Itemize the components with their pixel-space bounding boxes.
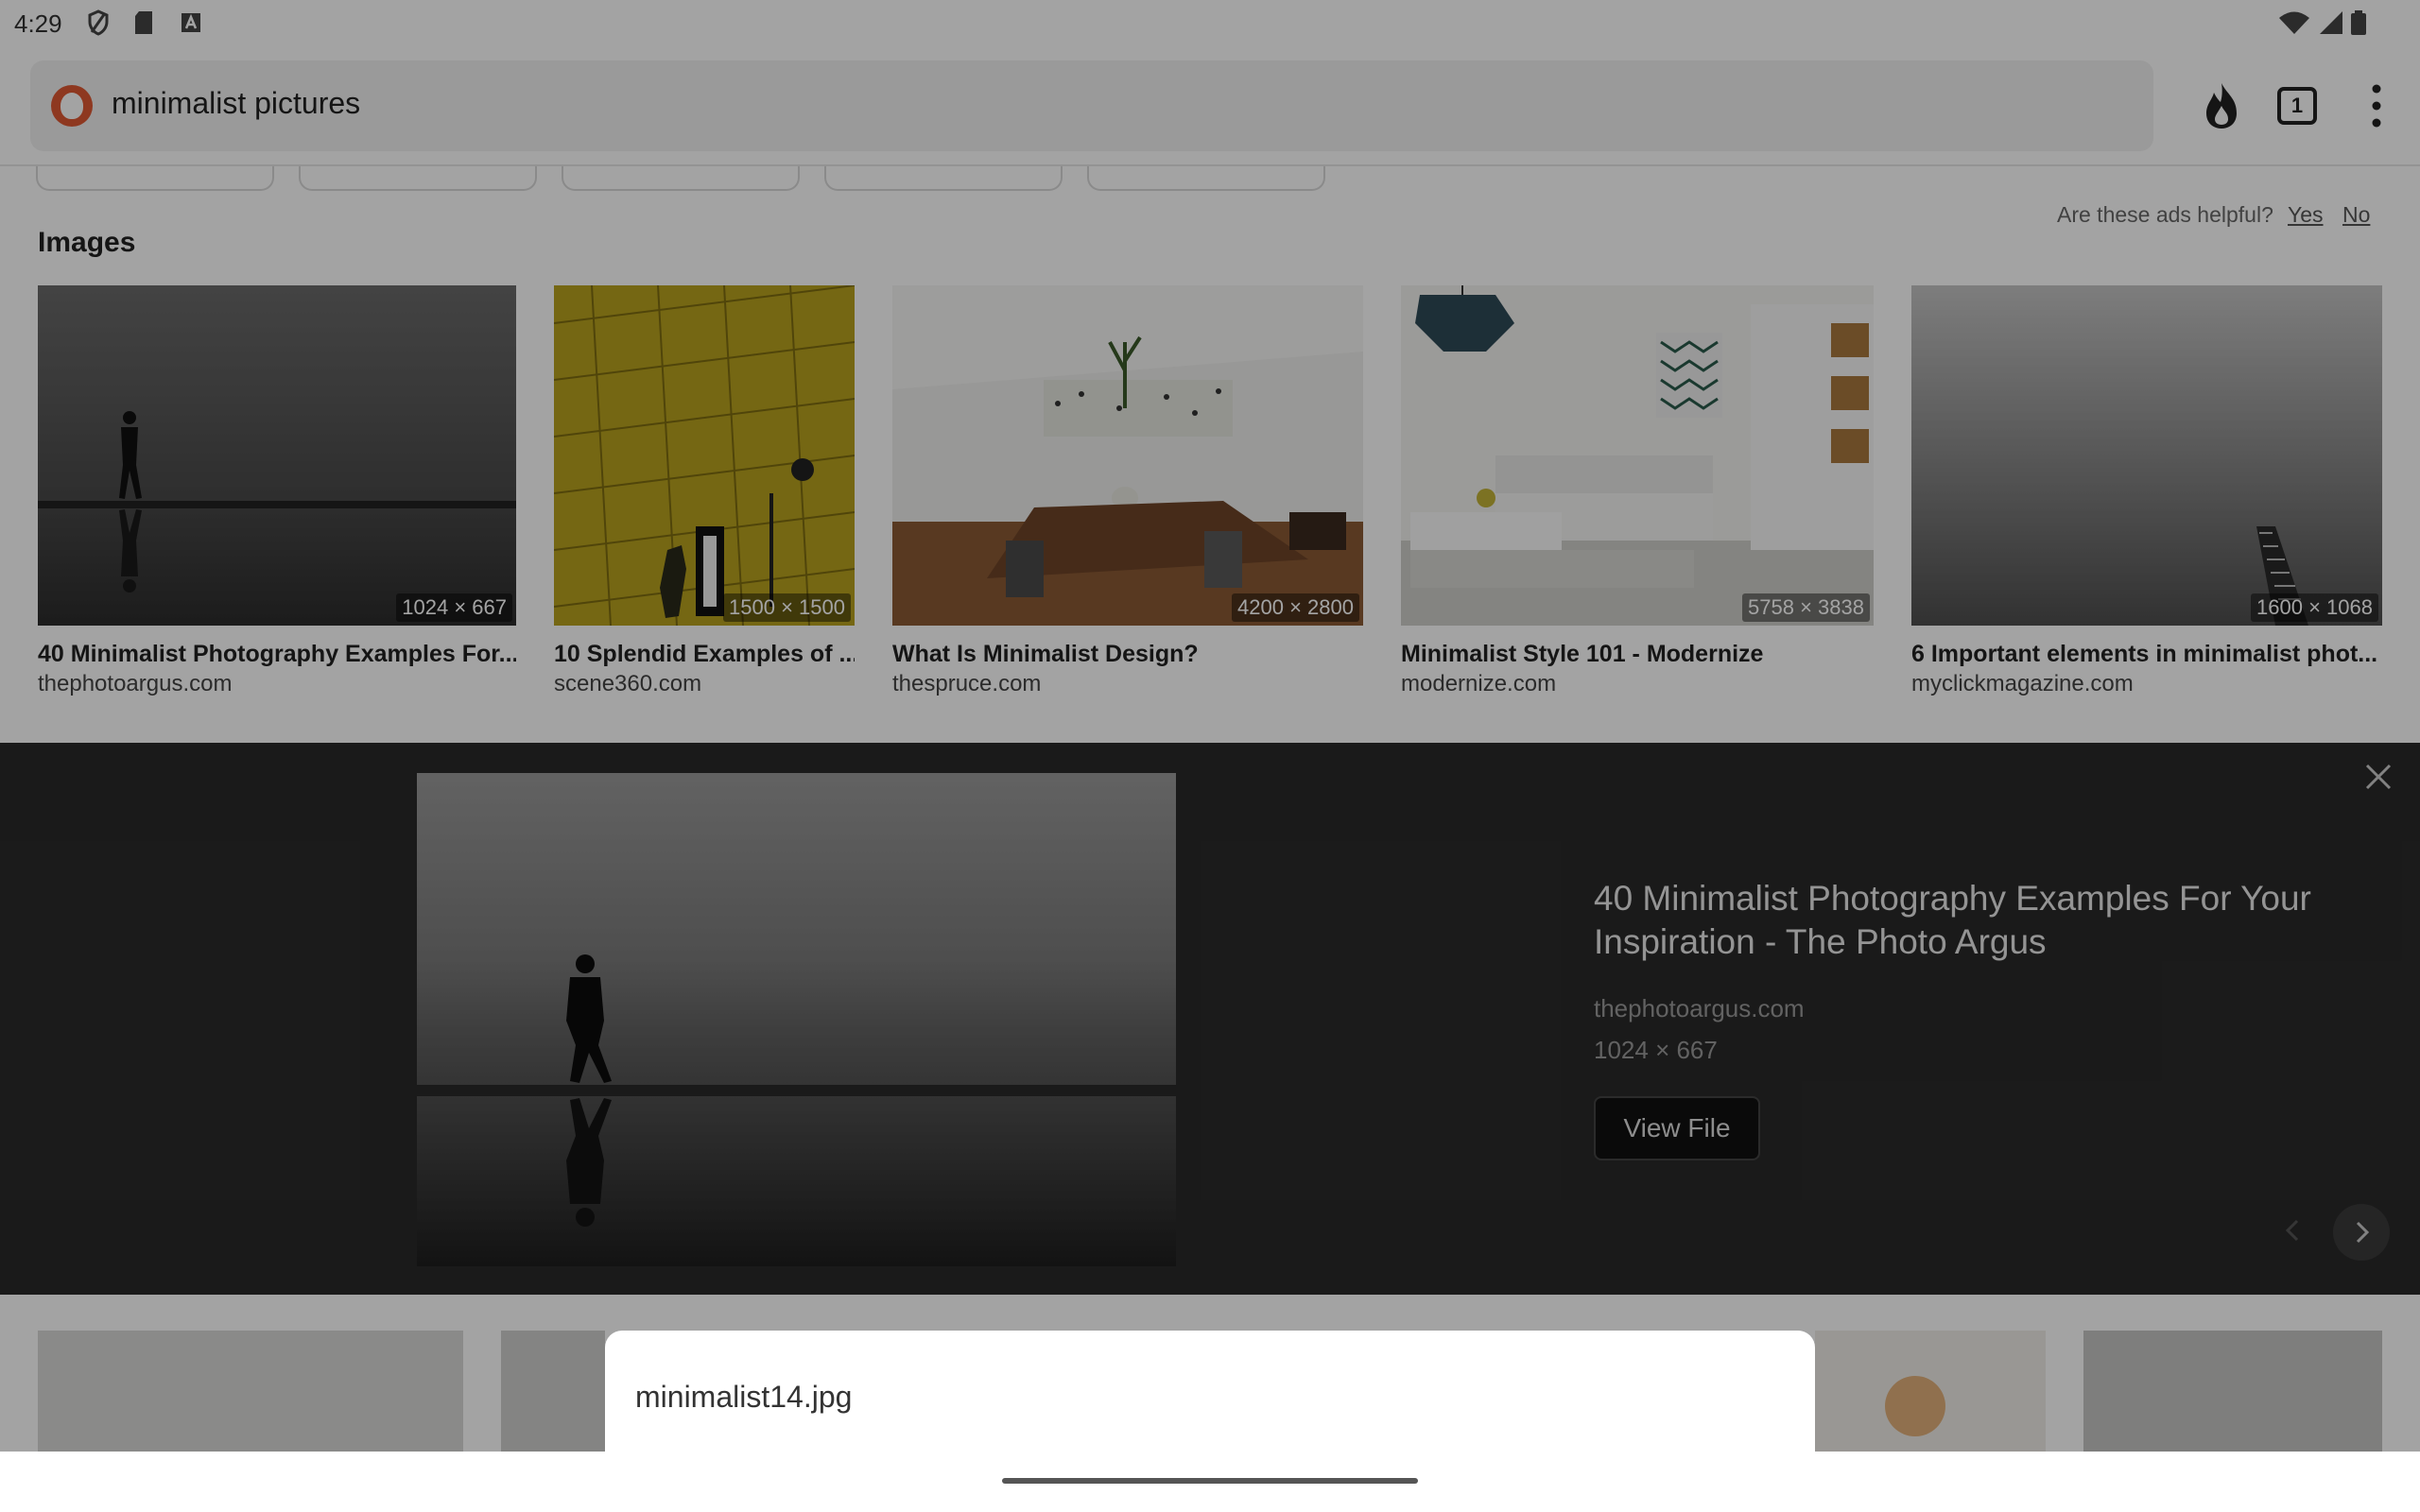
dim-overlay[interactable] [0,0,2420,1512]
navigation-bar [0,1452,2420,1512]
download-filename: minimalist14.jpg [635,1380,853,1414]
home-gesture-handle[interactable] [1002,1478,1418,1484]
